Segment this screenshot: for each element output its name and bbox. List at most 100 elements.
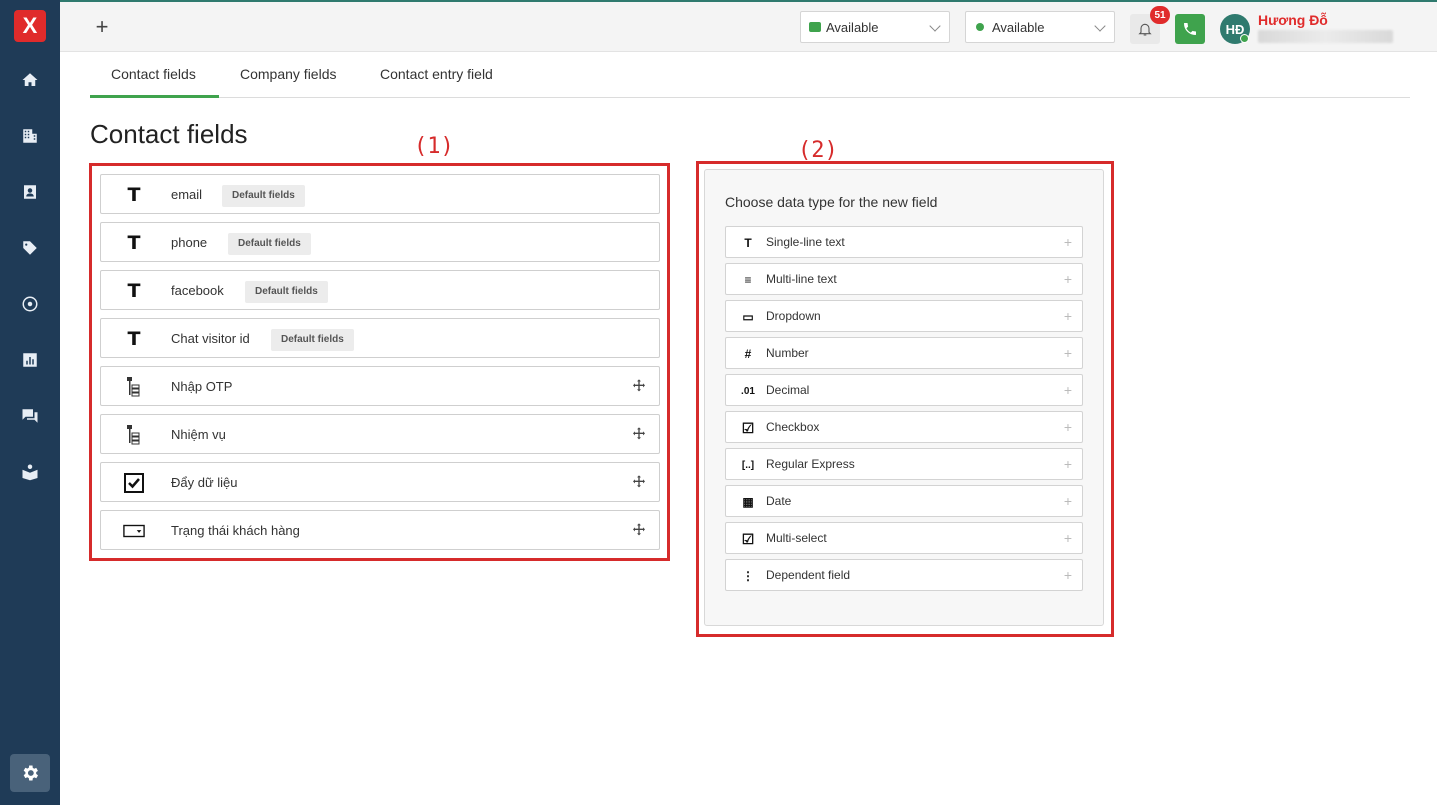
add-icon[interactable]: +: [92, 16, 112, 38]
panel-title: Choose data type for the new field: [725, 194, 938, 210]
type-regular-express[interactable]: [..] Regular Express +: [725, 448, 1083, 480]
multiline-icon: ≡: [744, 273, 752, 287]
field-label: phone: [171, 235, 208, 250]
type-label: Regular Express: [766, 457, 855, 471]
chat-status-select[interactable]: Available: [800, 11, 950, 43]
tab-contact-fields[interactable]: Contact fields: [90, 66, 219, 98]
type-multi-select[interactable]: ☑ Multi-select +: [725, 522, 1083, 554]
knowledge-icon[interactable]: [18, 460, 42, 484]
user-name[interactable]: Hương Đỗ: [1258, 12, 1328, 28]
text-icon: T: [127, 232, 141, 254]
calendar-icon: ▦: [742, 495, 754, 509]
building-icon[interactable]: [18, 124, 42, 148]
field-label: Trạng thái khách hàng: [171, 523, 300, 538]
dependent-field-icon: [123, 376, 145, 398]
field-label: facebook: [171, 283, 224, 298]
field-label: Chat visitor id: [171, 331, 250, 346]
field-row-trang-thai-khach-hang[interactable]: Trạng thái khách hàng: [100, 510, 660, 550]
chevron-down-icon: [929, 20, 941, 32]
type-checkbox[interactable]: ☑ Checkbox +: [725, 411, 1083, 443]
field-row-nhap-otp[interactable]: Nhập OTP: [100, 366, 660, 406]
field-tabs: Contact fields Company fields Contact en…: [90, 52, 1410, 98]
plus-icon[interactable]: +: [1064, 271, 1072, 287]
dependent-field-icon: [123, 424, 145, 446]
type-decimal[interactable]: .01 Decimal +: [725, 374, 1083, 406]
chat-status-value: Available: [826, 19, 879, 35]
default-fields-badge: Default fields: [245, 281, 328, 303]
top-bar: + Available Available 51 HĐ Hương Đỗ: [60, 0, 1437, 52]
field-row-chat-visitor-id[interactable]: T Chat visitor id Default fields: [100, 318, 660, 358]
drag-move-icon[interactable]: [631, 378, 647, 394]
type-label: Number: [766, 346, 809, 360]
hash-icon: #: [744, 347, 752, 361]
type-date[interactable]: ▦ Date +: [725, 485, 1083, 517]
app-logo[interactable]: X: [14, 10, 46, 42]
plus-icon[interactable]: +: [1064, 567, 1072, 583]
status-dot-icon: [976, 23, 984, 31]
phone-icon[interactable]: [1175, 14, 1205, 44]
contacts-icon[interactable]: [18, 180, 42, 204]
type-label: Multi-line text: [766, 272, 837, 286]
dropdown-icon: ▭: [742, 310, 754, 324]
dependent-field-icon: ⋮: [742, 569, 754, 583]
plus-icon[interactable]: +: [1064, 493, 1072, 509]
tab-contact-entry-field[interactable]: Contact entry field: [380, 66, 493, 98]
page-title: Contact fields: [90, 119, 248, 149]
type-dependent-field[interactable]: ⋮ Dependent field +: [725, 559, 1083, 591]
field-row-email[interactable]: T email Default fields: [100, 174, 660, 214]
field-row-day-du-lieu[interactable]: Đẩy dữ liệu: [100, 462, 660, 502]
plus-icon[interactable]: +: [1064, 308, 1072, 324]
default-fields-badge: Default fields: [228, 233, 311, 255]
target-icon[interactable]: [18, 292, 42, 316]
field-row-facebook[interactable]: T facebook Default fields: [100, 270, 660, 310]
settings-gear-icon[interactable]: [10, 754, 50, 792]
chat-icon[interactable]: [18, 404, 42, 428]
type-single-line-text[interactable]: T Single-line text +: [725, 226, 1083, 258]
type-multi-line-text[interactable]: ≡ Multi-line text +: [725, 263, 1083, 295]
default-fields-badge: Default fields: [222, 185, 305, 207]
drag-move-icon[interactable]: [631, 426, 647, 442]
type-label: Dropdown: [766, 309, 821, 323]
tag-icon[interactable]: [18, 236, 42, 260]
drag-move-icon[interactable]: [631, 474, 647, 490]
type-label: Dependent field: [766, 568, 851, 582]
text-icon: T: [127, 184, 141, 206]
type-dropdown[interactable]: ▭ Dropdown +: [725, 300, 1083, 332]
decimal-icon: .01: [741, 385, 755, 397]
tab-company-fields[interactable]: Company fields: [240, 66, 337, 98]
plus-icon[interactable]: +: [1064, 382, 1072, 398]
field-row-nhiem-vu[interactable]: Nhiệm vụ: [100, 414, 660, 454]
checkbox-icon: ☑: [741, 419, 755, 436]
type-label: Date: [766, 494, 792, 508]
plus-icon[interactable]: +: [1064, 234, 1072, 250]
call-status-value: Available: [992, 19, 1045, 35]
online-status-dot: [1240, 34, 1249, 43]
drag-move-icon[interactable]: [631, 522, 647, 538]
multi-select-icon: ☑: [741, 530, 755, 547]
call-status-select[interactable]: Available: [965, 11, 1115, 43]
notification-count-badge: 51: [1150, 6, 1170, 24]
plus-icon[interactable]: +: [1064, 419, 1072, 435]
plus-icon[interactable]: +: [1064, 530, 1072, 546]
type-label: Decimal: [766, 383, 810, 397]
user-email-blurred: [1258, 30, 1393, 43]
type-label: Checkbox: [766, 420, 820, 434]
sidebar: X: [0, 0, 60, 805]
dropdown-icon: [123, 520, 145, 542]
plus-icon[interactable]: +: [1064, 345, 1072, 361]
home-icon[interactable]: [18, 68, 42, 92]
regex-icon: [..]: [741, 459, 755, 471]
default-fields-badge: Default fields: [271, 329, 354, 351]
data-type-panel: Choose data type for the new field T Sin…: [704, 169, 1104, 626]
plus-icon[interactable]: +: [1064, 456, 1072, 472]
field-label: Đẩy dữ liệu: [171, 475, 238, 490]
chat-bubble-icon: [809, 22, 821, 32]
field-label: email: [171, 187, 203, 202]
report-icon[interactable]: [18, 348, 42, 372]
type-label: Single-line text: [766, 235, 845, 249]
field-label: Nhiệm vụ: [171, 427, 226, 442]
field-row-phone[interactable]: T phone Default fields: [100, 222, 660, 262]
type-number[interactable]: # Number +: [725, 337, 1083, 369]
text-icon: T: [127, 280, 141, 302]
annotation-label-1: (1): [414, 134, 454, 159]
